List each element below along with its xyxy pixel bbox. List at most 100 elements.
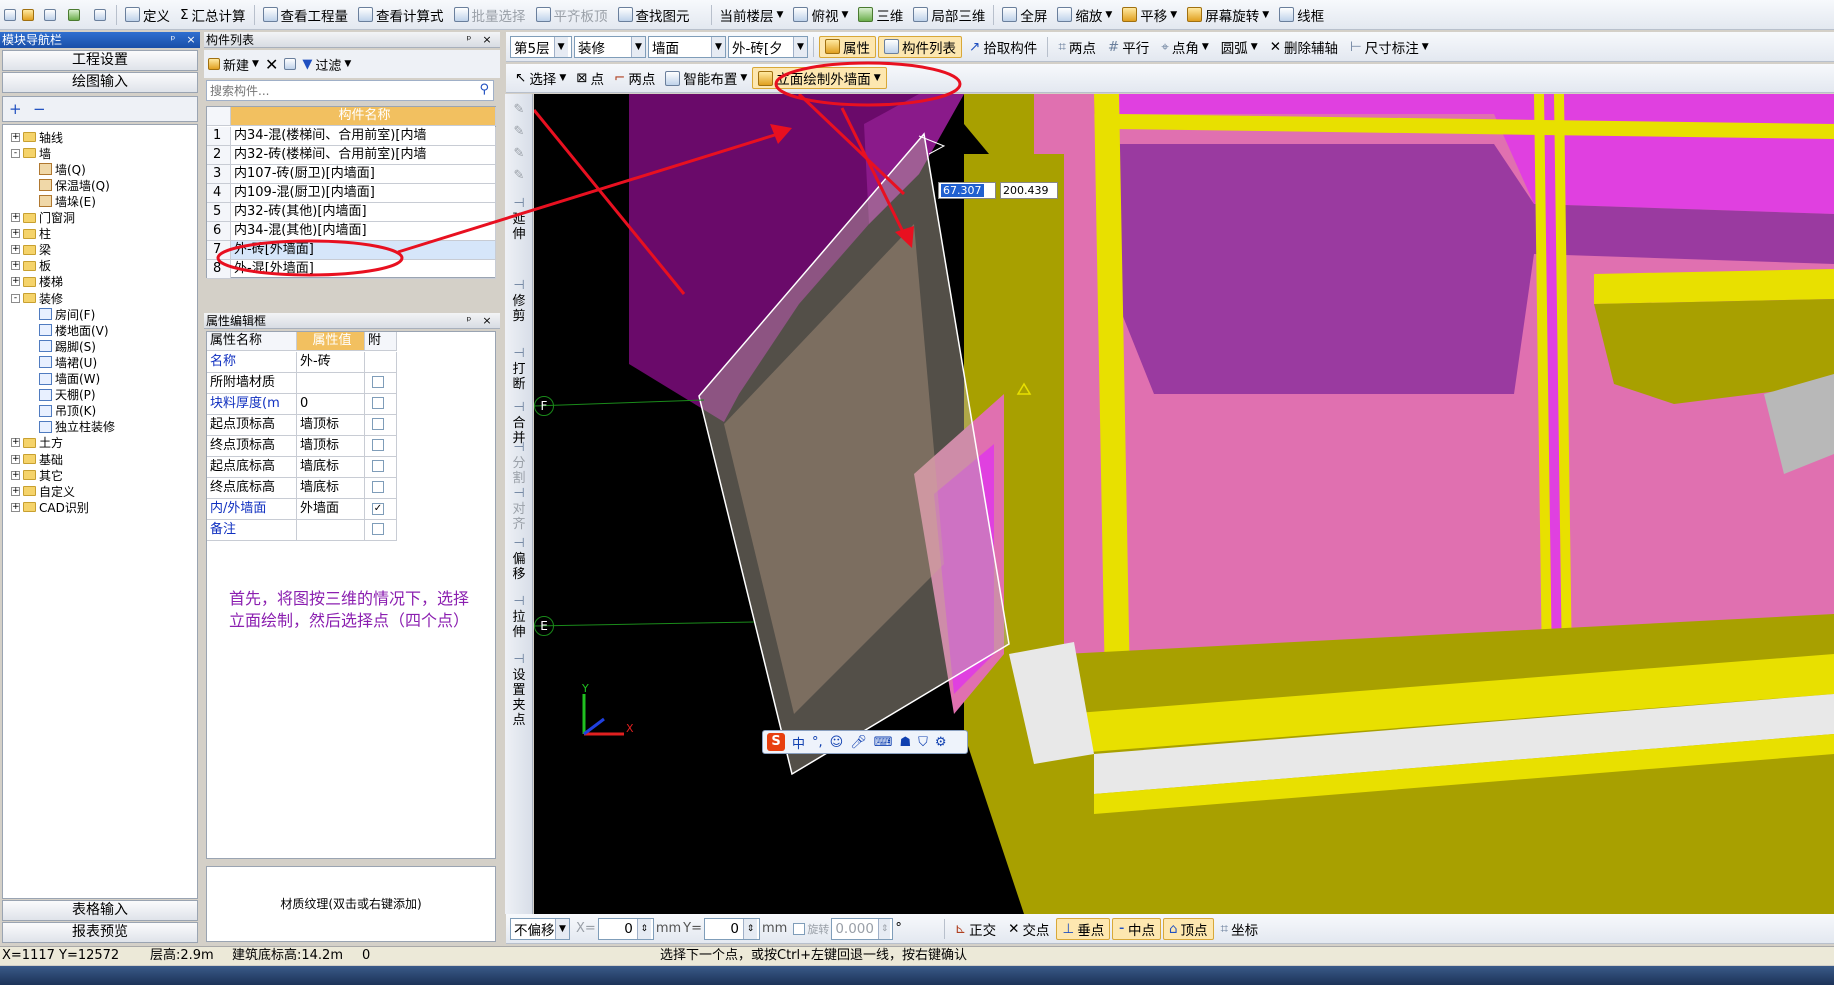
- rotate-input[interactable]: 0.000 ⇕: [831, 917, 894, 940]
- offset-select[interactable]: 不偏移 ▼: [510, 917, 570, 940]
- property-value[interactable]: 墙底标: [297, 478, 365, 499]
- pin-icon[interactable]: ᵖ: [166, 32, 180, 48]
- tree-item[interactable]: + 楼梯: [11, 274, 63, 290]
- collapse-icon[interactable]: -: [11, 293, 20, 303]
- smart-layout-button[interactable]: 智能布置 ▼: [660, 67, 752, 89]
- expand-icon[interactable]: +: [11, 213, 20, 222]
- category-select[interactable]: 装修 ▼: [574, 35, 646, 58]
- modify-tool-button[interactable]: 对齐: [505, 502, 533, 532]
- dimension-input-2[interactable]: 200.439: [1000, 182, 1058, 199]
- modify-tool-button[interactable]: 设置夹点: [505, 668, 533, 728]
- property-value[interactable]: 外墙面: [297, 499, 365, 520]
- ime-settings-icon[interactable]: ⚙: [935, 735, 947, 750]
- component-list-button[interactable]: 构件列表: [878, 35, 962, 58]
- expand-all-icon[interactable]: +: [9, 101, 22, 117]
- fullscreen-button[interactable]: 全屏: [997, 4, 1052, 26]
- component-row[interactable]: 内32-砖(楼梯间、合用前室)[内墙: [231, 146, 496, 165]
- undo-icon[interactable]: [68, 8, 80, 21]
- dimension-button[interactable]: ⊢ 尺寸标注 ▼: [1345, 36, 1434, 58]
- component-row[interactable]: 内32-砖(其他)[内墙面]: [231, 203, 496, 222]
- tree-item[interactable]: 独立柱装修: [39, 419, 115, 435]
- tree-item[interactable]: + CAD识别: [11, 499, 89, 515]
- modify-tool-button[interactable]: 延伸: [505, 212, 533, 242]
- expand-icon[interactable]: +: [11, 486, 20, 496]
- tree-item[interactable]: 吊顶(K): [39, 403, 96, 419]
- modify-tool-button[interactable]: 拉伸: [505, 610, 533, 640]
- component-search-input[interactable]: [207, 81, 467, 100]
- rotate-checkbox[interactable]: [793, 922, 806, 935]
- sum-calc-button[interactable]: Σ 汇总计算: [175, 4, 251, 26]
- tree-item[interactable]: 踢脚(S): [39, 338, 96, 354]
- open-file-icon[interactable]: [22, 8, 34, 21]
- coordinate-button[interactable]: ⌗ 坐标: [1216, 918, 1264, 940]
- zoom-button[interactable]: 缩放 ▼: [1052, 4, 1117, 26]
- expand-icon[interactable]: +: [11, 470, 20, 480]
- search-icon[interactable]: ⚲: [479, 82, 489, 97]
- type-select[interactable]: 墙面 ▼: [648, 35, 726, 58]
- tree-item[interactable]: -墙: [11, 145, 51, 161]
- delete-icon[interactable]: ✕: [265, 55, 278, 74]
- new-file-icon[interactable]: [4, 8, 16, 21]
- vertex-button[interactable]: ⌂ 顶点: [1162, 917, 1214, 940]
- attach-checkbox[interactable]: [372, 439, 384, 451]
- arc-button[interactable]: 圆弧 ▼: [1216, 36, 1263, 58]
- checked-checkbox[interactable]: ✓: [372, 503, 384, 515]
- tree-item[interactable]: + 自定义: [11, 483, 75, 499]
- tree-item[interactable]: - 装修: [11, 290, 63, 306]
- filter-button[interactable]: ▼ 过滤 ▼: [302, 55, 351, 74]
- flush-slab-button[interactable]: 平齐板顶: [531, 4, 613, 26]
- texture-area[interactable]: 材质纹理(双击或右键添加): [206, 866, 496, 942]
- 3d-viewport[interactable]: F E 67.307 200.439 Y X S 中 °, ☺ 🎤︎ ⌨ ☗ ⛉…: [534, 94, 1834, 914]
- tree-item[interactable]: 墙(Q): [39, 161, 86, 177]
- attach-checkbox[interactable]: [372, 481, 384, 493]
- expand-icon[interactable]: +: [11, 261, 20, 271]
- edit-tool-icon[interactable]: ✎: [505, 124, 533, 139]
- view-quantity-button[interactable]: 查看工程量: [258, 4, 354, 26]
- edit-tool-icon[interactable]: ✎: [505, 146, 533, 161]
- ime-user-icon[interactable]: ☗: [900, 735, 912, 750]
- three-d-button[interactable]: 三维: [853, 4, 908, 26]
- tree-item[interactable]: + 土方: [11, 435, 63, 451]
- close-icon[interactable]: ×: [480, 32, 494, 48]
- point-angle-button[interactable]: ⌖ 点角 ▼: [1156, 36, 1214, 58]
- component-select[interactable]: 外-砖[夕 ▼: [728, 35, 808, 58]
- view-formula-button[interactable]: 查看计算式: [353, 4, 449, 26]
- pan-button[interactable]: 平移 ▼: [1117, 4, 1182, 26]
- modify-tool-button[interactable]: 偏移: [505, 552, 533, 582]
- ime-keyboard-icon[interactable]: ⌨: [874, 735, 893, 750]
- aux-two-points-button[interactable]: ⌗ 两点: [1053, 36, 1101, 58]
- tree-item[interactable]: + 柱: [11, 226, 51, 242]
- expand-icon[interactable]: +: [11, 132, 20, 142]
- find-element-button[interactable]: 查找图元: [613, 4, 695, 26]
- attach-checkbox[interactable]: [372, 397, 384, 409]
- expand-icon[interactable]: +: [11, 438, 20, 448]
- tree-item[interactable]: 墙裙(U): [39, 354, 97, 370]
- tree-item[interactable]: + 梁: [11, 242, 51, 258]
- ime-skin-icon[interactable]: ⛉: [918, 735, 928, 750]
- tree-item[interactable]: 墙面(W): [39, 371, 100, 387]
- property-value[interactable]: 墙底标: [297, 457, 365, 478]
- edit-tool-icon[interactable]: ✎: [505, 168, 533, 183]
- component-row[interactable]: 内34-混(其他)[内墙面]: [231, 222, 496, 241]
- expand-icon[interactable]: +: [11, 229, 20, 239]
- expand-icon[interactable]: +: [11, 454, 20, 464]
- rotate-button[interactable]: 屏幕旋转 ▼: [1182, 4, 1274, 26]
- close-icon[interactable]: ×: [184, 32, 198, 48]
- parallel-button[interactable]: # 平行: [1103, 36, 1154, 58]
- y-input[interactable]: 0 ⇕: [703, 917, 760, 940]
- expand-icon[interactable]: +: [11, 277, 20, 287]
- intersect-button[interactable]: ✕ 交点: [1003, 918, 1054, 940]
- batch-select-button[interactable]: 批量选择: [449, 4, 531, 26]
- pick-component-button[interactable]: ↗ 拾取构件: [964, 36, 1042, 58]
- ime-mode[interactable]: 中: [792, 733, 805, 752]
- column-header-name[interactable]: 构件名称: [231, 107, 496, 126]
- property-value[interactable]: [297, 373, 365, 394]
- component-row[interactable]: 内109-混(厨卫)[内墙面]: [231, 184, 496, 203]
- select-button[interactable]: ↖ 选择 ▼: [510, 67, 571, 89]
- ime-voice-icon[interactable]: 🎤︎: [850, 735, 867, 750]
- property-value[interactable]: 墙顶标: [297, 415, 365, 436]
- property-value[interactable]: [297, 520, 365, 541]
- tree-item[interactable]: 房间(F): [39, 306, 95, 322]
- tree-item[interactable]: + 轴线: [11, 129, 63, 145]
- project-settings-button[interactable]: 工程设置: [2, 50, 198, 71]
